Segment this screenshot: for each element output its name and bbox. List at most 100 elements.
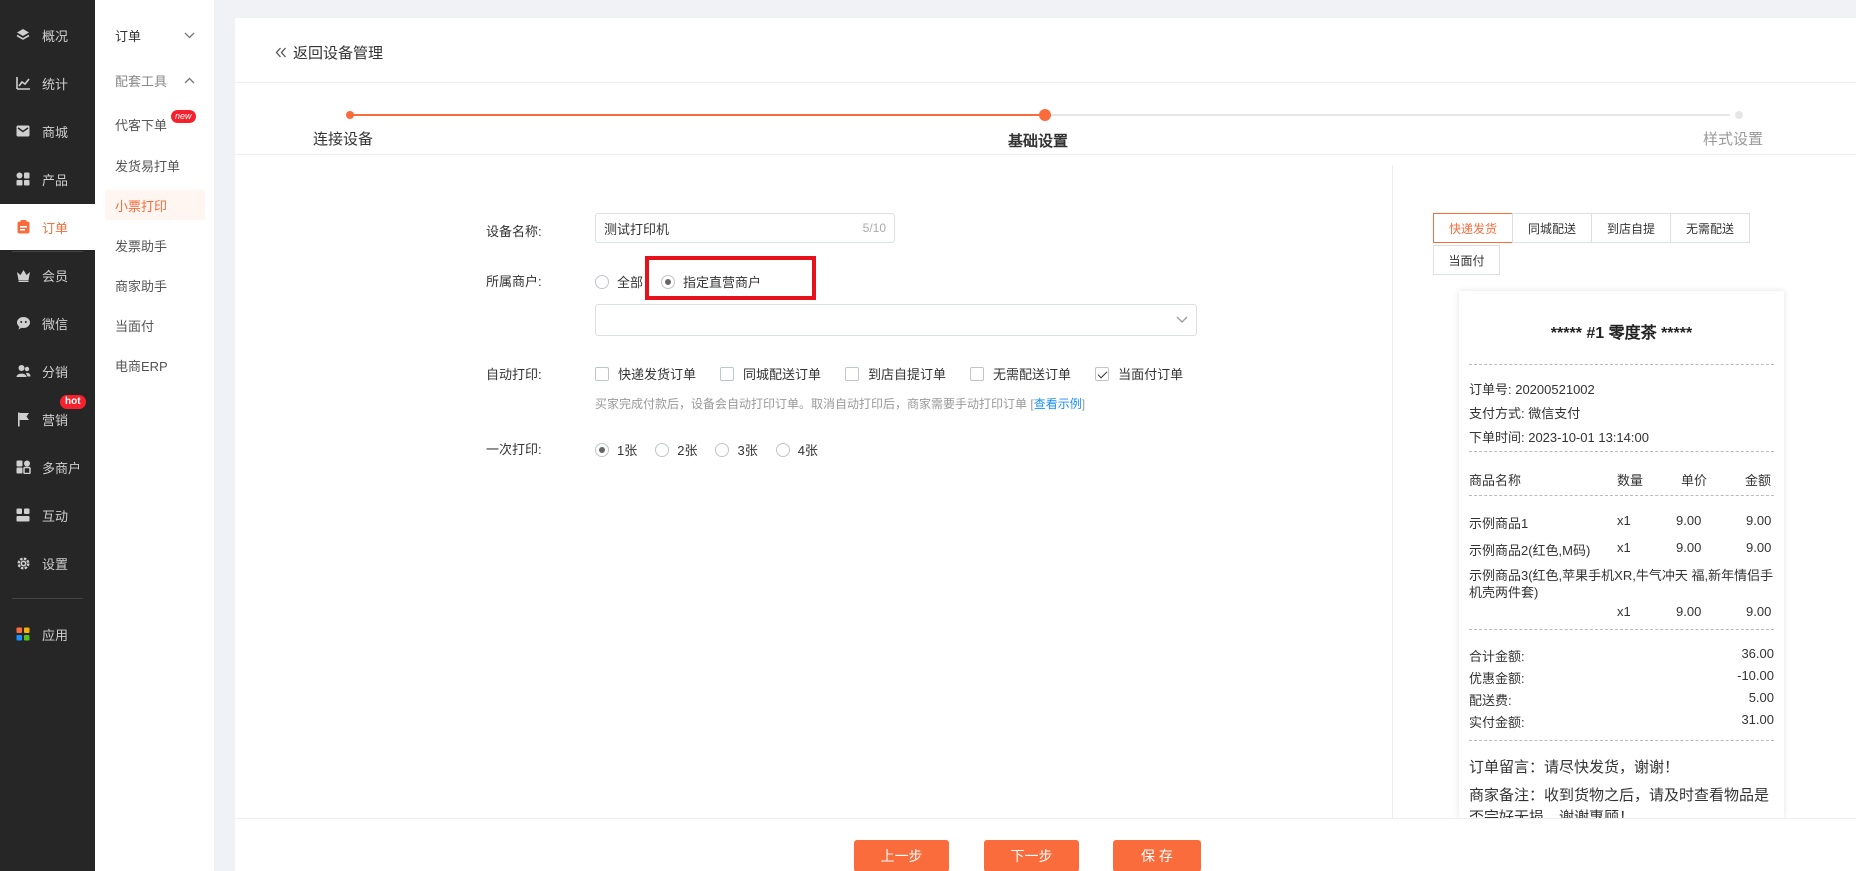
item-amount: 9.00: [1746, 540, 1772, 555]
nav-label: 概况: [42, 28, 69, 44]
device-name-value: 测试打印机: [604, 221, 670, 237]
tab-face-pay[interactable]: 当面付: [1433, 245, 1500, 275]
radio-copies-1[interactable]: 1张: [595, 440, 637, 459]
check-no-delivery[interactable]: 无需配送订单: [970, 364, 1071, 383]
nav-item-apps[interactable]: 应用: [0, 611, 95, 657]
nav-item-wechat[interactable]: 微信: [0, 300, 95, 346]
nav-item-multi-merchant[interactable]: 多商户: [0, 444, 95, 490]
radio-circle: [655, 442, 670, 457]
order-no: 订单号: 20200521002: [1469, 382, 1595, 397]
nav-item-settings[interactable]: 设置: [0, 540, 95, 586]
sub-menu: 订单 配套工具 代客下单 new 发货易打单 小票打印 发票助手 商家助手 当面…: [95, 0, 215, 871]
radio-copies-2[interactable]: 2张: [655, 440, 697, 459]
radio-label: 全部: [617, 275, 644, 290]
nav-item-stats[interactable]: 统计: [0, 60, 95, 106]
checkbox-box: [1095, 366, 1110, 381]
col-header-amount: 金额: [1745, 473, 1772, 488]
sub-item-fahuoyi[interactable]: 发货易打单: [95, 150, 215, 180]
nav-label: 微信: [42, 316, 69, 332]
shipping-label: 配送费:: [1469, 693, 1512, 708]
sub-item-erp[interactable]: 电商ERP: [95, 350, 215, 380]
total-label: 合计金额:: [1469, 649, 1525, 664]
back-label: 返回设备管理: [293, 45, 384, 62]
dashed-divider: [1469, 364, 1774, 365]
nav-item-overview[interactable]: 概况: [0, 12, 95, 58]
chevron-down-icon: [1176, 316, 1188, 324]
sub-item-label: 电商ERP: [115, 358, 168, 374]
item-qty: x1: [1617, 540, 1631, 555]
step-line-todo: [1048, 114, 1730, 116]
sub-item-proxy-order[interactable]: 代客下单 new: [95, 109, 215, 139]
view-example-link[interactable]: 查看示例: [1034, 397, 1082, 411]
device-name-field[interactable]: 测试打印机 5/10: [595, 213, 895, 243]
nav-item-marketing[interactable]: 营销: [0, 396, 95, 442]
sub-item-label: 小票打印: [115, 198, 168, 214]
merchant-note: 商家备注：收到货物之后，请及时查看物品是否完好无损，谢谢惠顾！: [1469, 787, 1770, 818]
tab-express[interactable]: 快递发货: [1433, 213, 1513, 243]
sub-group-label: 订单: [115, 28, 142, 44]
auto-print-group: 快递发货订单 同城配送订单 到店自提订单 无需配送订单 当面付订单: [595, 364, 1207, 383]
col-header-price: 单价: [1681, 473, 1708, 488]
item-name: 示例商品2(红色,M码): [1469, 543, 1591, 558]
auto-print-hint: 买家完成付款后，设备会自动打印订单。取消自动打印后，商家需要手动打印订单 [查看…: [595, 395, 1085, 412]
check-pickup[interactable]: 到店自提订单: [845, 364, 946, 383]
nav-divider: [12, 598, 83, 599]
nav-label: 订单: [42, 220, 69, 236]
radio-copies-4[interactable]: 4张: [775, 440, 818, 459]
total-value: 36.00: [1741, 646, 1774, 661]
check-face-pay[interactable]: 当面付订单: [1095, 364, 1183, 383]
nav-label: 多商户: [42, 460, 82, 476]
prev-step-button[interactable]: 上一步: [854, 840, 949, 871]
order-icon: [14, 220, 32, 234]
sub-item-receipt-print[interactable]: 小票打印: [105, 190, 205, 220]
sub-item-merchant-helper[interactable]: 商家助手: [95, 270, 215, 300]
nav-label: 营销: [42, 412, 69, 428]
tab-same-city[interactable]: 同城配送: [1512, 213, 1592, 243]
tab-no-delivery[interactable]: 无需配送: [1670, 213, 1750, 243]
check-label: 快递发货订单: [618, 367, 697, 382]
radio-copies-3[interactable]: 3张: [715, 440, 758, 459]
radio-circle: [775, 442, 790, 457]
nav-item-interaction[interactable]: 互动: [0, 492, 95, 538]
new-badge: new: [171, 110, 196, 123]
item-price: 9.00: [1676, 513, 1702, 528]
dashed-divider: [1469, 451, 1774, 452]
radio-circle: [595, 442, 609, 457]
merchant-select[interactable]: [595, 304, 1197, 336]
nav-item-distribution[interactable]: 分销: [0, 348, 95, 394]
sub-group-tools[interactable]: 配套工具: [95, 65, 215, 95]
sub-item-label: 商家助手: [115, 278, 168, 294]
step-label-2: 基础设置: [1008, 133, 1069, 150]
nav-label: 分销: [42, 364, 69, 380]
nav-item-mall[interactable]: 商城: [0, 108, 95, 154]
char-count: 5/10: [862, 221, 886, 235]
panel-divider: [1392, 165, 1393, 835]
item-name: 示例商品3(红色,苹果手机XR,牛气冲天 福,新年情侣手机壳两件套): [1469, 568, 1774, 600]
tab-pickup[interactable]: 到店自提: [1591, 213, 1671, 243]
item-price: 9.00: [1676, 604, 1702, 619]
col-header-name: 商品名称: [1469, 473, 1522, 488]
step-label-1: 连接设备: [313, 131, 374, 148]
nav-item-order[interactable]: 订单: [0, 204, 95, 250]
radio-all[interactable]: 全部: [595, 272, 643, 291]
receipt-title: ***** #1 零度茶 *****: [1550, 325, 1693, 342]
nav-item-member[interactable]: 会员: [0, 252, 95, 298]
check-same-city[interactable]: 同城配送订单: [720, 364, 821, 383]
merchant-icon: [14, 460, 32, 474]
item-qty: x1: [1617, 604, 1631, 619]
gear-icon: [14, 556, 32, 571]
paid-label: 实付金额:: [1469, 715, 1525, 730]
next-step-button[interactable]: 下一步: [984, 840, 1079, 871]
nav-item-product[interactable]: 产品: [0, 156, 95, 202]
back-link[interactable]: 返回设备管理: [275, 42, 383, 63]
nav-label: 互动: [42, 508, 69, 524]
hint-bracket: ]: [1081, 397, 1086, 411]
receipt-preview: ***** #1 零度茶 ***** 订单号: 20200521002 支付方式…: [1459, 291, 1784, 818]
grid-icon: [14, 172, 32, 186]
check-express[interactable]: 快递发货订单: [595, 364, 696, 383]
sub-item-invoice[interactable]: 发票助手: [95, 230, 215, 260]
sub-item-face-pay[interactable]: 当面付: [95, 310, 215, 340]
sub-group-order[interactable]: 订单: [95, 20, 215, 50]
radio-circle: [715, 442, 730, 457]
save-button[interactable]: 保 存: [1113, 840, 1201, 871]
